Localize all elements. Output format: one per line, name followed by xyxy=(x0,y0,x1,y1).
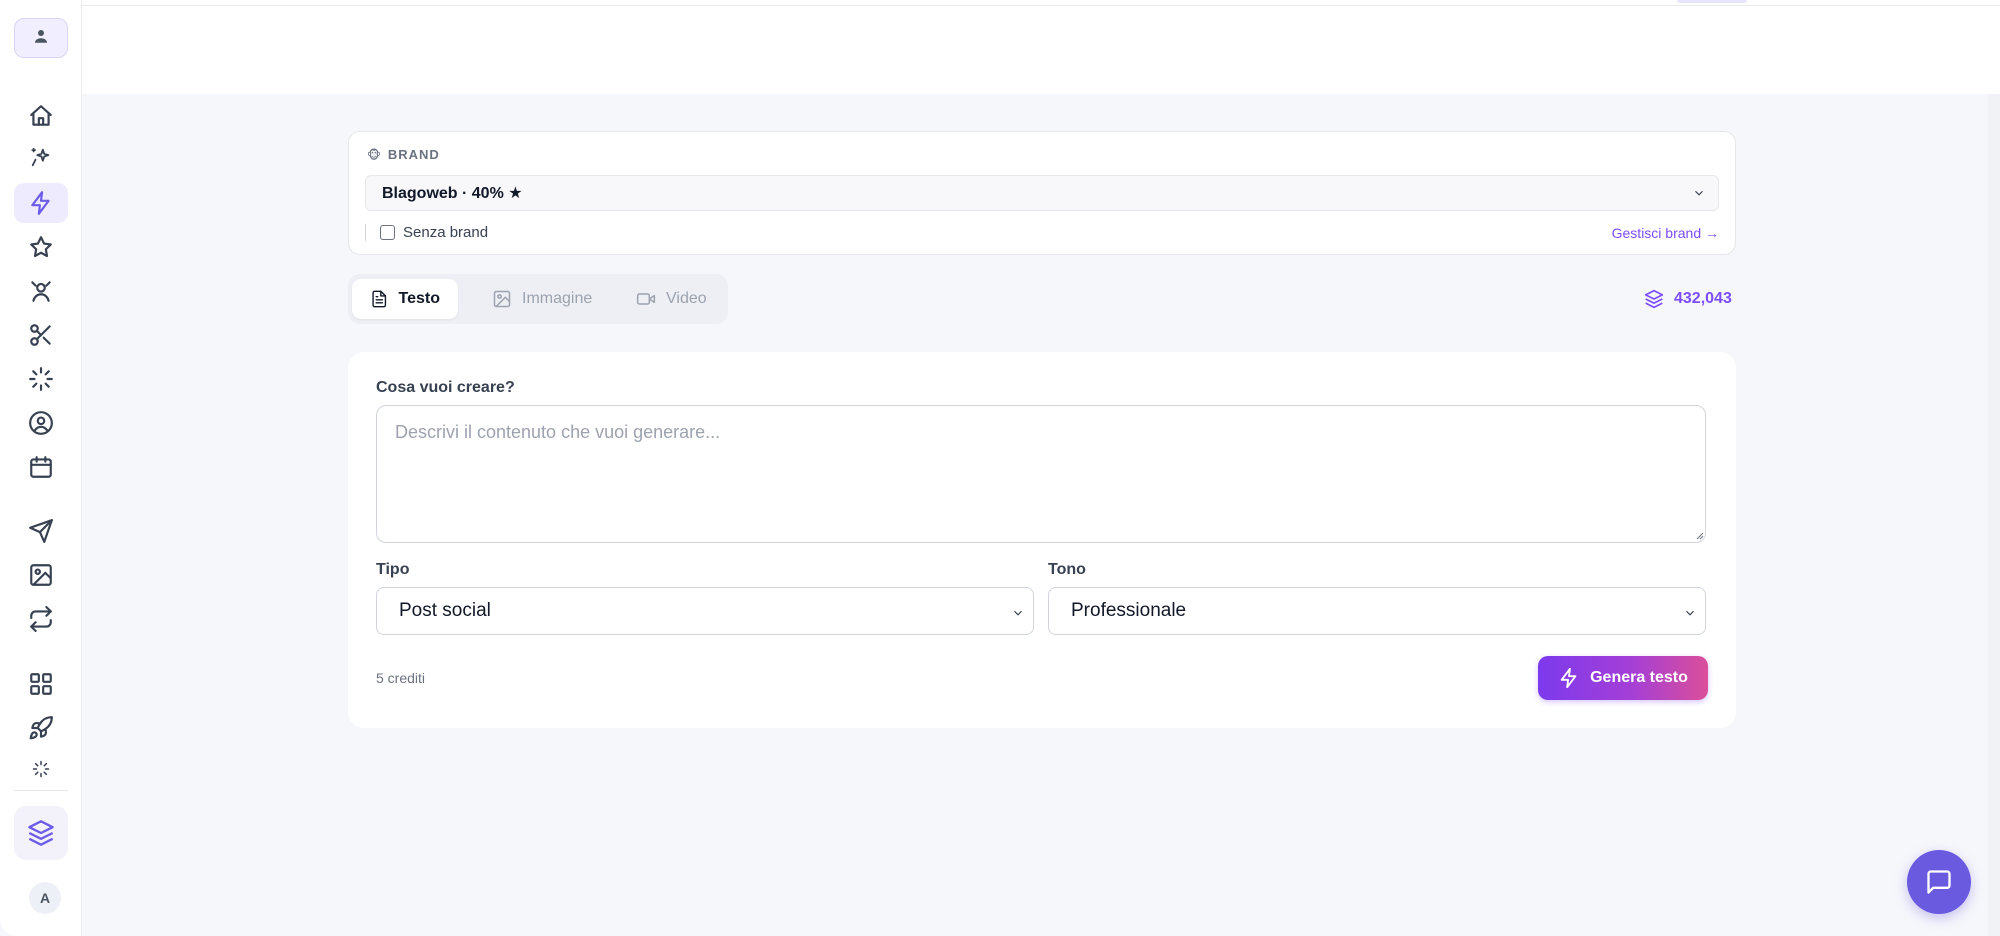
sidebar-item-avatar[interactable] xyxy=(14,271,68,311)
prompt-input[interactable] xyxy=(376,405,1706,543)
repeat-icon xyxy=(30,606,52,632)
type-selected-value: Post social xyxy=(399,600,491,621)
sidebar-credits-button[interactable] xyxy=(14,806,68,860)
user-avatar[interactable]: A xyxy=(29,882,61,914)
sidebar-item-ai-tools[interactable] xyxy=(14,137,68,177)
credit-cost: 5 crediti xyxy=(376,670,426,686)
profile-button[interactable] xyxy=(14,18,68,58)
tone-select[interactable]: Professionale xyxy=(1048,587,1706,635)
sparkles-icon xyxy=(31,147,50,167)
generate-form: Cosa vuoi creare? Tipo Post social Tono … xyxy=(348,352,1736,728)
home-icon xyxy=(30,105,52,126)
sidebar-item-repurpose[interactable] xyxy=(14,599,68,639)
scrollbar-track[interactable] xyxy=(1988,94,2000,936)
sidebar: A xyxy=(0,0,82,936)
layers-icon xyxy=(28,820,54,846)
star-icon xyxy=(30,236,52,258)
sidebar-item-account[interactable] xyxy=(14,403,68,443)
image-icon xyxy=(30,564,52,586)
type-select[interactable]: Post social xyxy=(376,587,1034,635)
user-icon xyxy=(32,27,50,50)
tab-label: Testo xyxy=(398,290,440,307)
sidebar-item-launch[interactable] xyxy=(14,708,68,748)
lightning-icon xyxy=(31,191,50,215)
header-band xyxy=(82,6,2000,94)
tab-testo[interactable]: Testo xyxy=(352,279,458,319)
app-window: A 🐵 BRAND Blagoweb · 40% ★ Senza brand G… xyxy=(0,0,2000,936)
image-icon xyxy=(493,290,511,308)
sidebar-item-processing[interactable] xyxy=(14,359,68,399)
person-icon xyxy=(31,281,51,302)
brand-selected-value: Blagoweb · 40% ★ xyxy=(382,185,523,202)
rocket-icon xyxy=(29,716,53,740)
sidebar-item-home[interactable] xyxy=(14,96,68,136)
chevron-down-icon xyxy=(1692,186,1706,205)
video-icon xyxy=(636,293,656,305)
sidebar-item-media[interactable] xyxy=(14,555,68,595)
no-brand-toggle[interactable]: Senza brand xyxy=(365,224,488,241)
no-brand-checkbox[interactable] xyxy=(380,225,395,240)
user-circle-icon xyxy=(29,411,53,435)
tab-video[interactable]: Video xyxy=(618,279,725,319)
prompt-label: Cosa vuoi creare? xyxy=(376,379,515,396)
brand-label-text: BRAND xyxy=(387,147,440,162)
credits-balance: 432,043 xyxy=(1644,289,1732,309)
content-type-tabs: Testo Immagine Video xyxy=(348,274,728,324)
loader-icon xyxy=(29,367,53,391)
chat-button[interactable] xyxy=(1907,850,1971,914)
type-label: Tipo xyxy=(376,561,410,578)
brand-card: 🐵 BRAND Blagoweb · 40% ★ Senza brand Ges… xyxy=(348,131,1736,255)
sidebar-item-publish[interactable] xyxy=(14,511,68,551)
generate-button-label: Genera testo xyxy=(1590,669,1688,686)
lightning-icon xyxy=(1560,667,1577,689)
brand-section-label: 🐵 BRAND xyxy=(367,147,440,162)
sidebar-item-calendar[interactable] xyxy=(14,447,68,487)
sidebar-divider xyxy=(14,790,68,791)
tab-label: Video xyxy=(666,290,707,307)
layers-icon xyxy=(1644,289,1664,309)
manage-brand-link[interactable]: Gestisci brand → xyxy=(1612,225,1719,241)
brand-emoji-icon: 🐵 xyxy=(367,147,382,162)
tone-label: Tono xyxy=(1048,561,1086,578)
credits-balance-value: 432,043 xyxy=(1674,290,1732,307)
generate-text-button[interactable]: Genera testo xyxy=(1538,656,1708,700)
sidebar-item-status[interactable] xyxy=(14,749,68,789)
chevron-down-icon xyxy=(1683,604,1697,626)
chat-bubble-icon xyxy=(1927,870,1951,894)
send-icon xyxy=(29,519,53,543)
tab-immagine[interactable]: Immagine xyxy=(474,279,610,319)
document-icon xyxy=(372,290,387,308)
tab-label: Immagine xyxy=(522,290,593,307)
sidebar-item-dashboard[interactable] xyxy=(14,664,68,704)
grid-icon xyxy=(30,673,52,695)
chevron-down-icon xyxy=(1011,604,1025,626)
resize-grip-icon[interactable] xyxy=(1696,532,1704,540)
sidebar-item-editor[interactable] xyxy=(14,315,68,355)
calendar-icon xyxy=(30,456,52,478)
loader-small-icon xyxy=(32,760,50,778)
sidebar-item-generate[interactable] xyxy=(14,183,68,223)
no-brand-label: Senza brand xyxy=(403,224,489,241)
tone-selected-value: Professionale xyxy=(1071,600,1187,621)
sidebar-item-favorites[interactable] xyxy=(14,227,68,267)
brand-select[interactable]: Blagoweb · 40% ★ xyxy=(365,175,1719,211)
top-bar-indicator xyxy=(1677,0,1747,3)
scissors-icon xyxy=(30,324,51,346)
